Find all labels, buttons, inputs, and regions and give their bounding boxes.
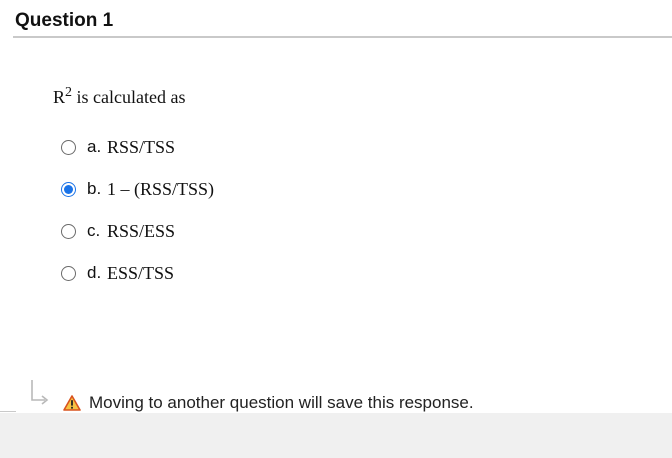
choice-d[interactable]: d. ESS/TSS — [60, 263, 360, 289]
radio-a[interactable] — [61, 140, 76, 155]
question-text-prefix: R — [53, 87, 66, 107]
footer-bar — [0, 413, 672, 458]
choice-c-letter: c. — [87, 221, 101, 240]
question-title: Question 1 — [15, 10, 114, 31]
choice-d-text[interactable]: ESS/TSS — [107, 263, 174, 284]
choice-b-text[interactable]: 1 – (RSS/TSS) — [107, 179, 214, 200]
question-text-superscript: 2 — [65, 85, 73, 100]
choice-a[interactable]: a. RSS/TSS — [60, 137, 360, 163]
choice-b-letter: b. — [87, 179, 102, 198]
footer-divider — [0, 411, 16, 412]
choice-a-letter: a. — [87, 137, 102, 156]
radio-c[interactable] — [61, 224, 76, 239]
choice-c[interactable]: c. RSS/ESS — [60, 221, 360, 247]
question-text: R2 is calculated as — [53, 85, 186, 108]
choice-a-text[interactable]: RSS/TSS — [107, 137, 175, 158]
choice-b[interactable]: b. 1 – (RSS/TSS) — [60, 179, 360, 205]
header-divider — [13, 36, 672, 38]
nav-arrow-icon — [31, 380, 49, 405]
choice-c-text[interactable]: RSS/ESS — [107, 221, 175, 242]
choice-d-letter: d. — [87, 263, 102, 282]
save-notice: Moving to another question will save thi… — [89, 393, 474, 412]
question-header: Question 1 — [0, 0, 672, 39]
warning-icon — [63, 395, 81, 411]
radio-d[interactable] — [61, 266, 76, 281]
radio-b[interactable] — [61, 182, 76, 197]
question-text-rest: is calculated as — [72, 87, 186, 107]
